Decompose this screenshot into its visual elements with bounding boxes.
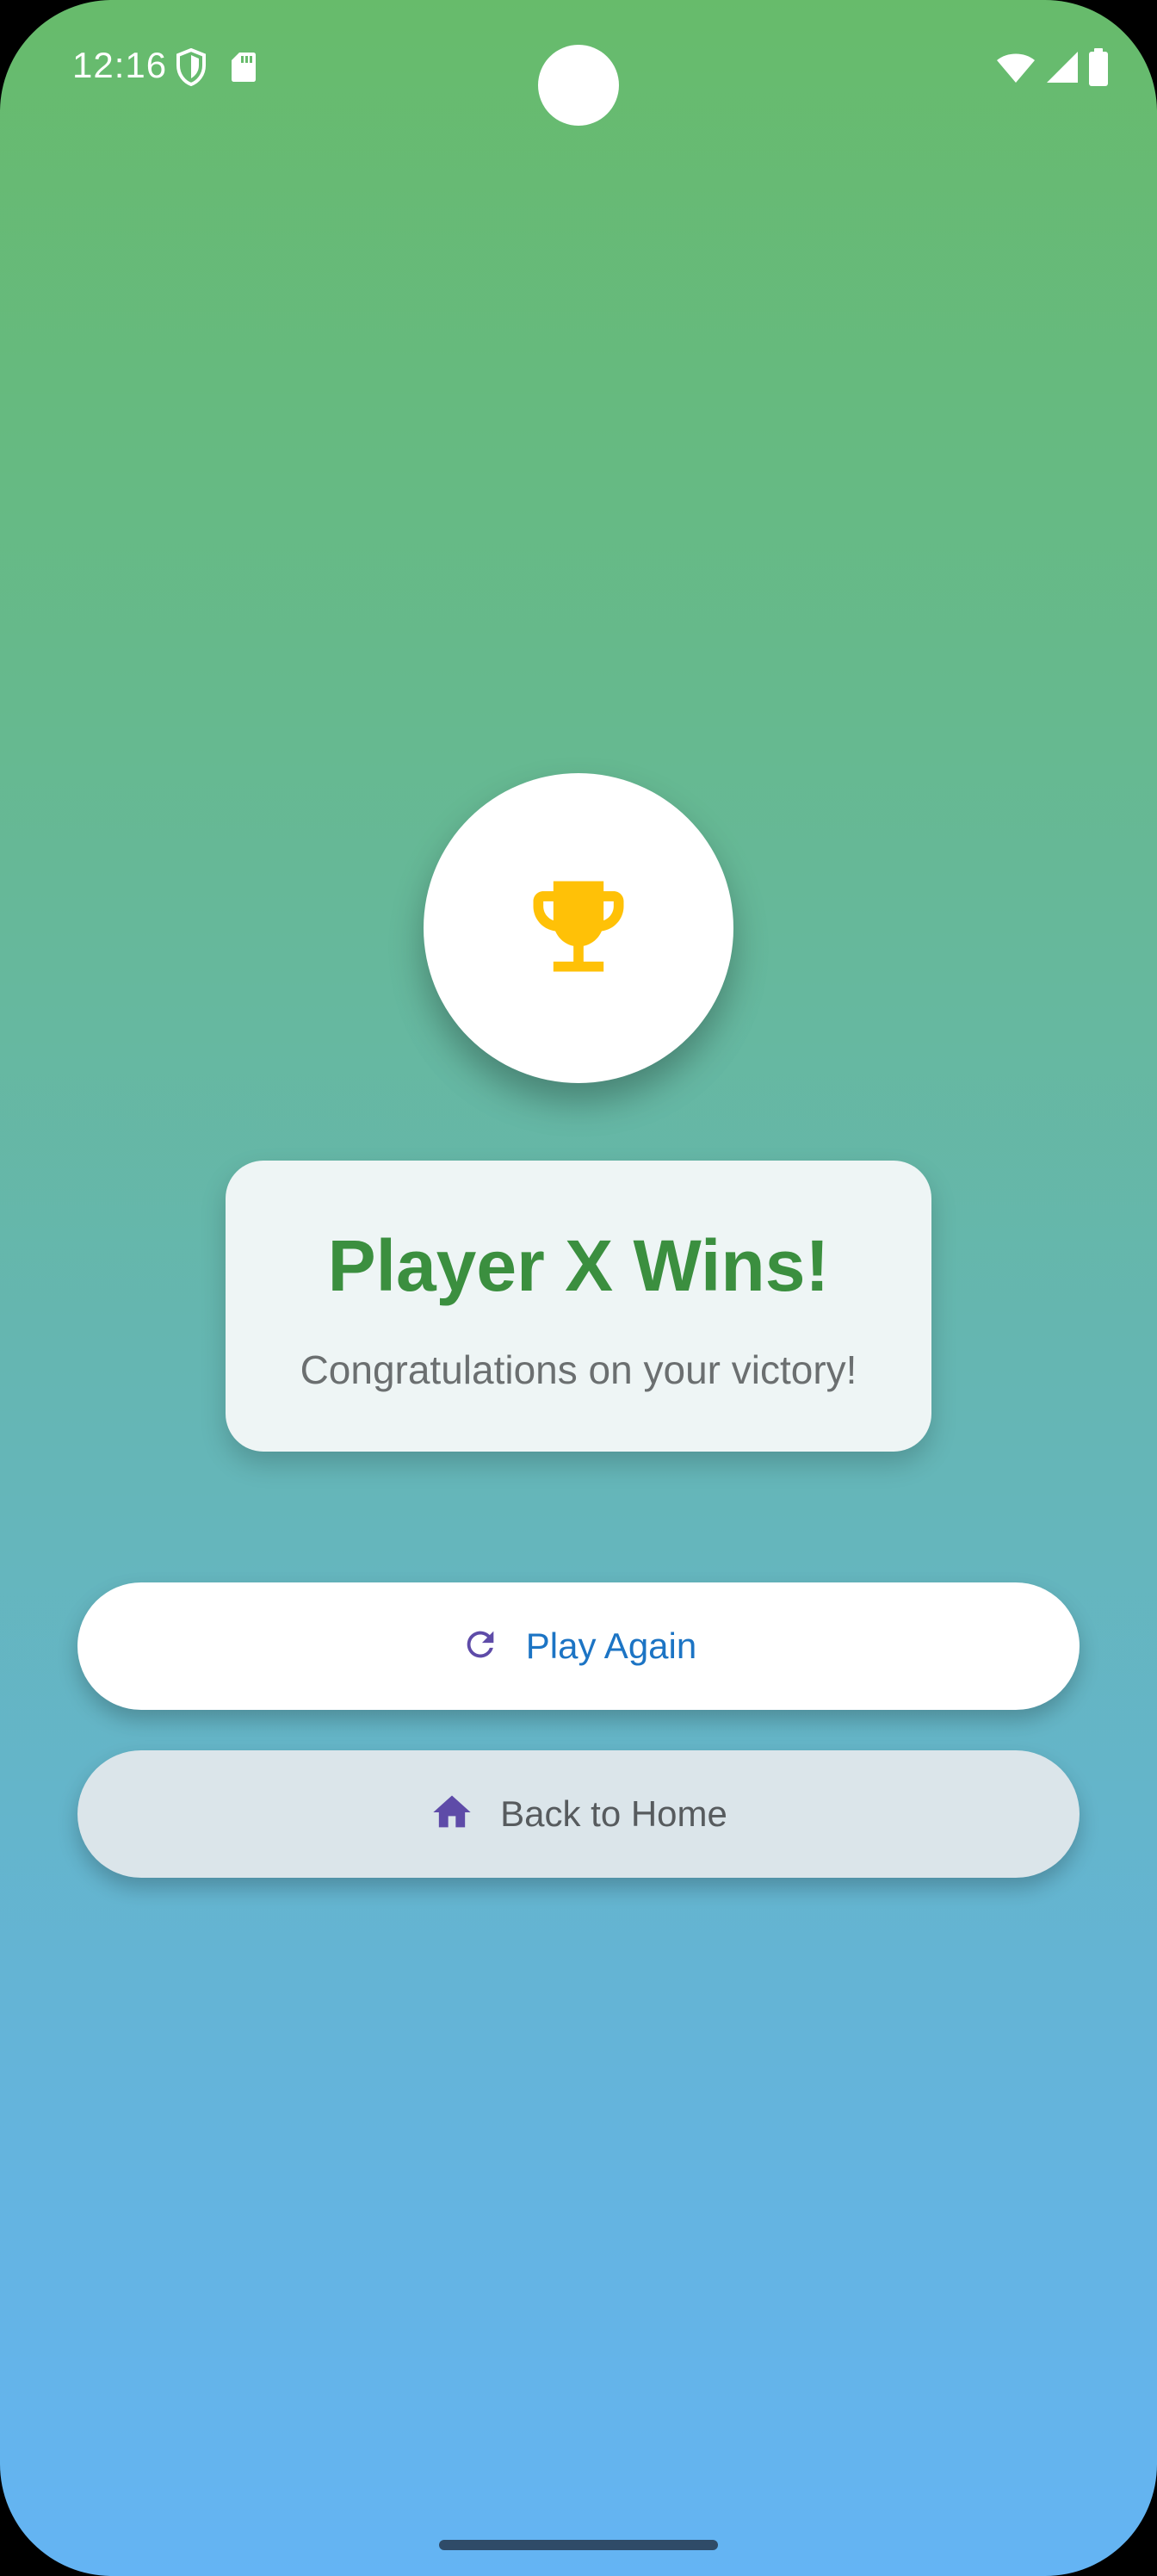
status-bar: 12:16 xyxy=(0,0,1157,138)
gesture-navigation-bar[interactable] xyxy=(439,2540,718,2550)
refresh-icon xyxy=(461,1625,500,1669)
status-right-icons xyxy=(995,48,1109,90)
game-over-screen: 12:16 Player X Wins! Congratulations on … xyxy=(0,0,1157,2576)
play-again-button[interactable]: Play Again xyxy=(77,1582,1080,1710)
back-to-home-label: Back to Home xyxy=(500,1793,727,1834)
trophy-badge xyxy=(424,773,733,1083)
result-card: Player X Wins! Congratulations on your v… xyxy=(226,1161,931,1452)
sd-card-icon xyxy=(231,51,257,88)
battery-icon xyxy=(1088,48,1109,90)
status-left-icons xyxy=(176,47,257,90)
shield-icon xyxy=(176,47,207,90)
home-icon xyxy=(430,1790,474,1839)
back-to-home-button[interactable]: Back to Home xyxy=(77,1750,1080,1878)
winner-subtitle: Congratulations on your victory! xyxy=(300,1347,857,1392)
winner-title: Player X Wins! xyxy=(327,1225,830,1306)
trophy-icon xyxy=(518,866,639,991)
camera-cutout xyxy=(538,45,619,126)
wifi-icon xyxy=(995,50,1036,89)
cellular-signal-icon xyxy=(1045,50,1080,89)
play-again-label: Play Again xyxy=(525,1625,697,1666)
status-time: 12:16 xyxy=(72,45,168,85)
